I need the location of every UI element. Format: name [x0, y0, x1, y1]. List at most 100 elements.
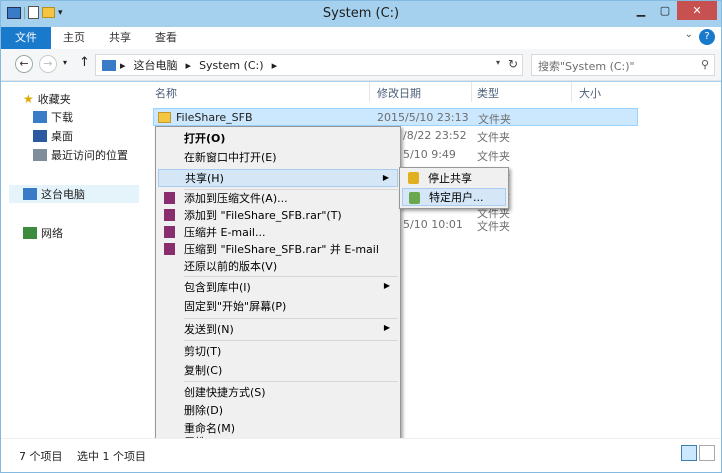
view-switcher — [681, 445, 715, 461]
ribbon-tabs: 文件 主页 共享 查看 ⌄ ? — [1, 27, 721, 49]
menu-label: 添加到压缩文件(A)... — [184, 192, 288, 205]
menu-item-open[interactable]: 打开(O) — [158, 129, 398, 147]
nav-label: 网络 — [41, 227, 63, 240]
tab-file[interactable]: 文件 — [1, 27, 51, 49]
chevron-right-icon: ▶ — [383, 281, 390, 290]
chevron-right-icon: ▸ — [271, 58, 278, 72]
divider — [184, 340, 398, 341]
file-type: 文件夹 — [477, 131, 510, 144]
file-name: FileShare_SFB — [176, 111, 253, 124]
menu-item-add-archive[interactable]: 添加到压缩文件(A)... — [158, 189, 398, 207]
close-button[interactable]: ✕ — [677, 1, 717, 20]
star-icon: ★ — [23, 92, 34, 106]
nav-label: 最近访问的位置 — [51, 149, 128, 162]
recent-locations-icon[interactable]: ▾ — [63, 58, 67, 67]
breadcrumb-system-c[interactable]: System (C:) — [195, 59, 268, 72]
navigation-bar: ← → ▾ ↑ ▸ 这台电脑 ▸ System (C:) ▸ ▾ ↻ 搜索"Sy… — [1, 49, 721, 81]
tab-share[interactable]: 共享 — [97, 27, 143, 49]
column-size[interactable]: 大小 — [579, 85, 601, 101]
chevron-right-icon: ▶ — [382, 173, 389, 182]
nav-recent[interactable]: 最近访问的位置 — [33, 146, 128, 164]
menu-label: 包含到库中(I) — [184, 281, 251, 294]
menu-item-stop-sharing[interactable]: 停止共享 — [402, 169, 506, 187]
menu-item-cut[interactable]: 剪切(T) — [158, 342, 398, 360]
table-row[interactable]: FileShare_SFB 2015/5/10 23:13 文件夹 — [153, 108, 638, 126]
file-date: 5/10 9:49 — [403, 148, 456, 161]
column-type[interactable]: 类型 — [477, 85, 499, 101]
file-date: 5/10 10:01 — [403, 218, 463, 231]
winrar-icon — [164, 192, 175, 204]
maximize-button[interactable]: ▢ — [653, 1, 677, 20]
pc-icon — [23, 188, 37, 200]
menu-label: 删除(D) — [184, 404, 224, 417]
help-icon[interactable]: ? — [699, 29, 715, 45]
chevron-down-icon[interactable]: ⌄ — [685, 29, 693, 40]
nav-network[interactable]: 网络 — [23, 224, 63, 242]
item-count: 7 个项目 — [19, 450, 63, 463]
search-input[interactable]: 搜索"System (C:)" ⚲ — [531, 54, 715, 76]
divider — [184, 318, 398, 319]
menu-label: 剪切(T) — [184, 345, 222, 358]
column-name[interactable]: 名称 — [155, 85, 177, 101]
address-bar[interactable]: ▸ 这台电脑 ▸ System (C:) ▸ ▾ ↻ — [95, 54, 523, 76]
nav-label: 桌面 — [51, 130, 73, 143]
large-icons-view-button[interactable] — [699, 445, 715, 461]
explorer-window: ▾ System (C:) ▁ ▢ ✕ 文件 主页 共享 查看 ⌄ ? ← → … — [0, 0, 722, 473]
forward-button[interactable]: → — [39, 55, 57, 73]
divider[interactable] — [369, 82, 370, 102]
details-view-button[interactable] — [681, 445, 697, 461]
back-button[interactable]: ← — [15, 55, 33, 73]
menu-item-include-library[interactable]: 包含到库中(I) ▶ — [158, 278, 398, 296]
file-type: 文件夹 — [477, 220, 510, 233]
tab-view[interactable]: 查看 — [143, 27, 189, 49]
menu-label: 发送到(N) — [184, 323, 234, 336]
refresh-icon[interactable]: ↻ — [508, 57, 518, 71]
chevron-right-icon: ▸ — [120, 58, 126, 72]
menu-item-specific-people[interactable]: 特定用户... — [402, 188, 506, 206]
tab-home[interactable]: 主页 — [51, 27, 97, 49]
nav-this-pc[interactable]: 这台电脑 — [9, 185, 139, 203]
menu-item-delete[interactable]: 删除(D) — [158, 401, 398, 419]
divider — [184, 276, 398, 277]
menu-item-add-rar[interactable]: 添加到 "FileShare_SFB.rar"(T) — [158, 206, 398, 224]
menu-label: 复制(C) — [184, 364, 223, 377]
menu-label: 打开(O) — [184, 132, 226, 145]
folder-icon — [158, 112, 171, 123]
column-date[interactable]: 修改日期 — [377, 85, 421, 101]
pc-icon — [102, 59, 116, 71]
winrar-icon — [164, 243, 175, 255]
menu-item-create-shortcut[interactable]: 创建快捷方式(S) — [158, 383, 398, 401]
menu-label: 还原以前的版本(V) — [184, 260, 278, 273]
menu-item-restore-versions[interactable]: 还原以前的版本(V) — [158, 257, 398, 275]
menu-item-compress-rar-email[interactable]: 压缩到 "FileShare_SFB.rar" 并 E-mail — [158, 240, 398, 258]
menu-label: 压缩并 E-mail... — [184, 226, 266, 239]
nav-label: 下载 — [51, 111, 73, 124]
chevron-right-icon: ▸ — [185, 58, 192, 72]
status-bar: 7 个项目 选中 1 个项目 — [1, 438, 721, 472]
divider[interactable] — [471, 82, 472, 102]
menu-item-compress-email[interactable]: 压缩并 E-mail... — [158, 223, 398, 241]
menu-item-open-new-window[interactable]: 在新窗口中打开(E) — [158, 148, 398, 166]
menu-item-share[interactable]: 共享(H) ▶ — [158, 169, 398, 187]
up-button[interactable]: ↑ — [79, 55, 90, 70]
column-headers: 名称 修改日期 类型 大小 — [149, 82, 639, 102]
menu-label: 停止共享 — [428, 172, 472, 185]
file-date: 2015/5/10 23:13 — [377, 111, 469, 124]
menu-item-copy[interactable]: 复制(C) — [158, 361, 398, 379]
window-controls: ▁ ▢ ✕ — [629, 1, 717, 20]
navigation-pane: ★ 收藏夹 下载 桌面 最近访问的位置 这台电脑 网络 — [1, 82, 141, 438]
downloads-icon — [33, 111, 47, 123]
nav-desktop[interactable]: 桌面 — [33, 127, 73, 145]
winrar-icon — [164, 226, 175, 238]
breadcrumb-this-pc[interactable]: 这台电脑 — [130, 57, 182, 73]
nav-favorites[interactable]: ★ 收藏夹 — [23, 90, 71, 108]
chevron-right-icon: ▶ — [383, 323, 390, 332]
menu-item-send-to[interactable]: 发送到(N) ▶ — [158, 320, 398, 338]
menu-item-pin-start[interactable]: 固定到"开始"屏幕(P) — [158, 297, 398, 315]
minimize-button[interactable]: ▁ — [629, 1, 653, 20]
desktop-icon — [33, 130, 47, 142]
nav-downloads[interactable]: 下载 — [33, 108, 73, 126]
file-type: 文件夹 — [478, 113, 511, 126]
divider[interactable] — [571, 82, 572, 102]
address-dropdown-icon[interactable]: ▾ — [496, 58, 500, 67]
